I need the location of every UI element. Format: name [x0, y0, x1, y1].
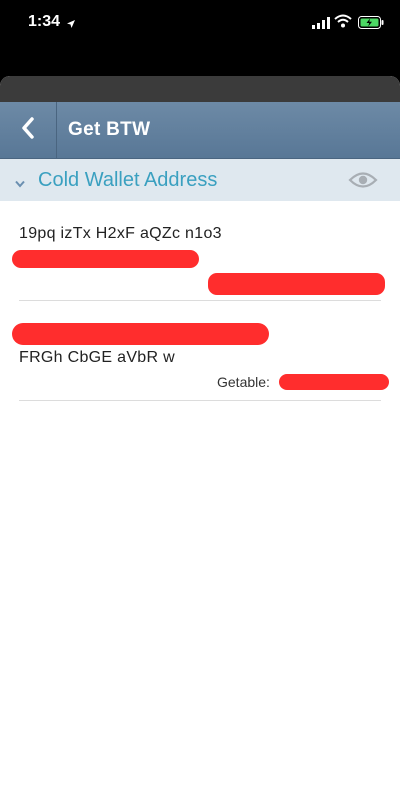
navigation-bar: Get BTW: [0, 102, 400, 159]
wifi-icon: [334, 14, 352, 33]
redacted-area: [279, 374, 389, 390]
eye-icon[interactable]: [348, 171, 378, 194]
address-text: 19pq izTx H2xF aQZc n1o3: [19, 225, 222, 242]
battery-charging-icon: [358, 16, 384, 34]
redacted-area: [208, 273, 385, 295]
status-time: 1:34: [28, 13, 61, 30]
location-arrow-icon: [66, 16, 76, 34]
getable-label: Getable:: [217, 374, 270, 390]
cellular-signal-icon: [312, 16, 330, 34]
section-title: Cold Wallet Address: [38, 169, 218, 191]
status-bar: 1:34: [0, 0, 400, 46]
divider: [19, 400, 381, 401]
chevron-down-icon: [15, 175, 25, 193]
redacted-area: [12, 323, 269, 345]
address-text: FRGh CbGE aVbR w: [19, 349, 175, 366]
modal-sheet: Get BTW Cold Wallet Address 19pq izTx H2…: [0, 76, 400, 788]
address-item[interactable]: 19pq izTx H2xF aQZc n1o3: [0, 201, 400, 301]
sheet-grabber-band: [0, 76, 400, 102]
address-item[interactable]: FRGh CbGE aVbR w Getable:: [0, 301, 400, 403]
cold-wallet-section-header[interactable]: Cold Wallet Address: [0, 159, 400, 201]
chevron-left-icon: [20, 116, 36, 144]
page-title: Get BTW: [68, 119, 151, 140]
back-button[interactable]: [0, 102, 57, 158]
redacted-area: [12, 250, 199, 268]
